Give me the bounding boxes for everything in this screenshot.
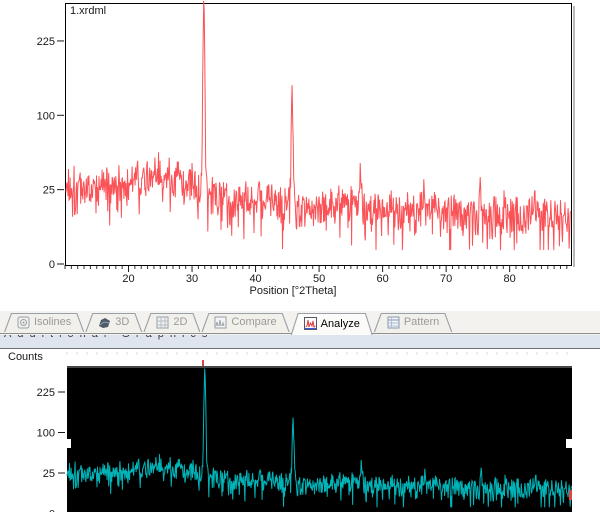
view-tab-bar: Isolines 3D 2D Compare Analyze Pattern	[0, 311, 600, 335]
tab-list: Isolines 3D 2D Compare Analyze Pattern	[4, 313, 453, 335]
svg-text:70: 70	[440, 273, 452, 285]
plot-shadow	[573, 6, 575, 267]
tab-3d[interactable]: 3D	[85, 313, 142, 332]
app-window: 0 25 100 225 20 30 40 50 60 70 80 1.xrdml Position…	[0, 0, 600, 512]
tab-isolines[interactable]: Isolines	[4, 313, 84, 332]
top-plot-area[interactable]	[65, 0, 572, 266]
3d-icon	[98, 316, 111, 329]
compare-icon	[214, 316, 227, 329]
tab-label: 2D	[173, 316, 188, 328]
tab-compare[interactable]: Compare	[201, 313, 289, 332]
left-selection-handle[interactable]	[62, 439, 71, 448]
y-axis-title: Counts	[8, 351, 43, 363]
svg-text:30: 30	[186, 273, 198, 285]
tab-label: Isolines	[34, 316, 72, 328]
svg-text:0: 0	[49, 259, 55, 271]
overlay-peak-tip	[202, 360, 204, 366]
additional-graphics-header: Additional Graphics	[0, 335, 600, 349]
svg-text:225: 225	[37, 36, 55, 48]
tab-label: Pattern	[403, 316, 440, 328]
tab-pattern[interactable]: Pattern	[374, 313, 452, 332]
tab-analyze[interactable]: Analyze	[291, 313, 373, 335]
svg-text:20: 20	[122, 273, 134, 285]
svg-text:0: 0	[49, 509, 55, 512]
tab-label: Compare	[231, 316, 277, 328]
scan-file-label: 1.xrdml	[70, 5, 107, 17]
isolines-icon	[17, 316, 30, 329]
overlay-trace-edge	[569, 490, 572, 500]
pattern-icon	[387, 316, 400, 329]
additional-graphics-panel: Counts 0 25 100 225	[0, 349, 600, 512]
svg-text:100: 100	[37, 110, 55, 122]
svg-text:40: 40	[249, 273, 261, 285]
bottom-plot-area[interactable]	[66, 366, 573, 512]
right-selection-handle[interactable]	[566, 439, 575, 448]
svg-text:100: 100	[37, 428, 55, 440]
svg-text:50: 50	[313, 273, 325, 285]
svg-text:225: 225	[37, 387, 55, 399]
tab-label: Analyze	[320, 317, 360, 330]
clipped-header-text: Additional Graphics	[4, 335, 600, 340]
svg-text:25: 25	[43, 185, 55, 197]
analyze-icon	[304, 317, 317, 330]
tab-2d[interactable]: 2D	[143, 313, 200, 332]
2d-icon	[156, 316, 169, 329]
svg-text:25: 25	[43, 468, 55, 480]
svg-text:80: 80	[504, 273, 516, 285]
analyze-chart-panel: 0 25 100 225 20 30 40 50 60 70 80 1.xrdml Position…	[0, 0, 600, 311]
x-axis-title: Position [°2Theta]	[249, 285, 337, 297]
tab-label: 3D	[115, 316, 130, 328]
svg-text:60: 60	[376, 273, 388, 285]
